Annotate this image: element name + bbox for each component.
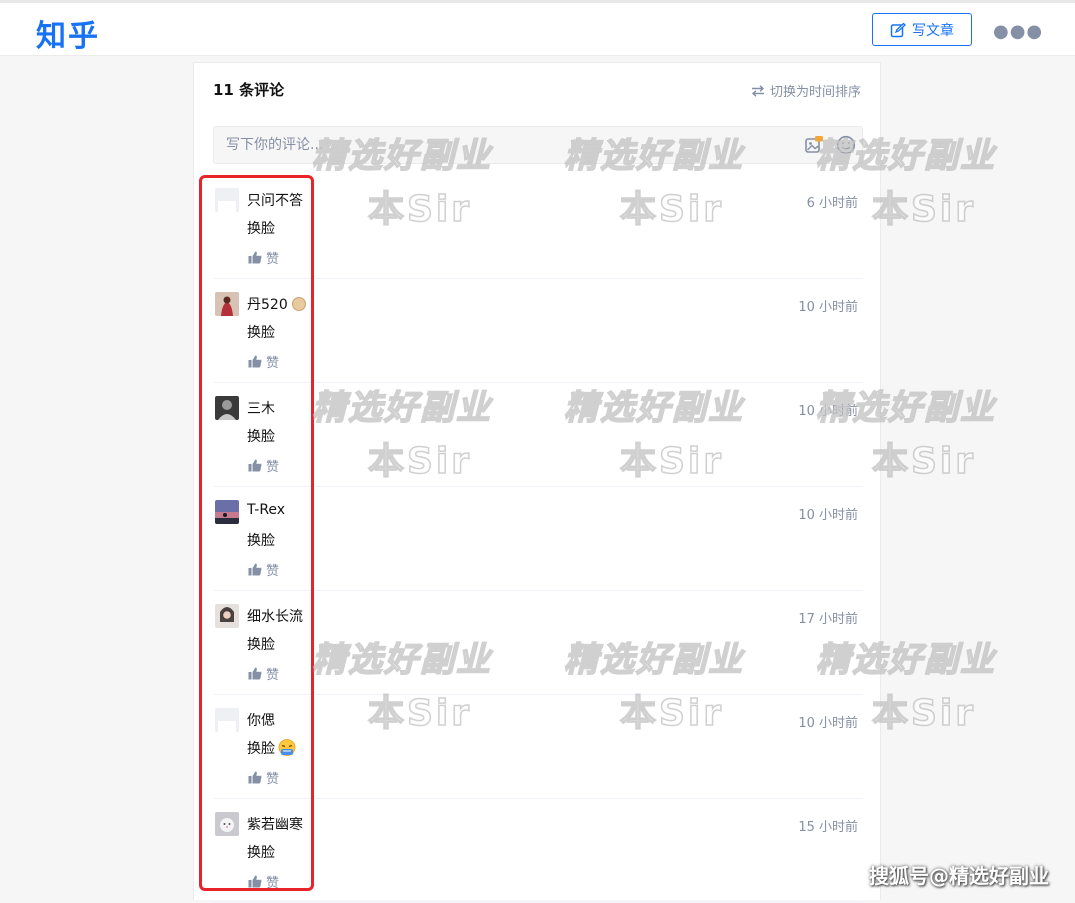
comment-time: 17 小时前: [798, 612, 858, 627]
comment-text: 换脸: [247, 741, 275, 757]
author-name: 丹520: [247, 297, 288, 313]
comment-time: 10 小时前: [798, 404, 858, 419]
comment-count-title: 11 条评论: [213, 81, 285, 99]
author-name: 紫若幽寒: [247, 817, 303, 833]
sohu-watermark: 搜狐号@精选好副业: [869, 864, 1049, 888]
like-button[interactable]: 赞: [248, 352, 279, 371]
like-label: 赞: [266, 460, 280, 475]
sort-toggle-button[interactable]: 切换为时间排序: [751, 81, 861, 100]
more-icon[interactable]: ●●●: [993, 21, 1043, 42]
comment-content: 换脸: [247, 845, 275, 861]
top-bar: 知乎 写文章 ●●●: [0, 0, 1075, 56]
avatar[interactable]: [215, 292, 239, 316]
like-button[interactable]: 赞: [248, 248, 279, 267]
like-label: 赞: [266, 356, 280, 371]
zhihu-logo[interactable]: 知乎: [36, 11, 100, 55]
thumbs-up-icon: [248, 771, 262, 784]
like-label: 赞: [266, 668, 280, 683]
like-button[interactable]: 赞: [248, 768, 279, 787]
like-button[interactable]: 赞: [248, 456, 279, 475]
like-label: 赞: [266, 252, 280, 267]
comment-item: 丹520 10 小时前 换脸 赞: [213, 279, 863, 383]
comment-item: 你偲 10 小时前 换脸 赞: [213, 695, 863, 799]
like-button[interactable]: 赞: [248, 560, 279, 579]
thumbs-up-icon: [248, 875, 262, 888]
comment-content: 换脸: [247, 533, 275, 549]
comment-time: 6 小时前: [806, 196, 858, 211]
edit-icon: [890, 22, 906, 37]
comment-author[interactable]: T-Rex: [247, 502, 285, 518]
like-button[interactable]: 赞: [248, 872, 279, 891]
comment-item: 只问不答 6 小时前 换脸 赞: [213, 175, 863, 279]
thumbs-up-icon: [248, 563, 262, 576]
author-name: T-Rex: [247, 502, 286, 518]
comment-content: 换脸: [247, 637, 275, 653]
write-article-button[interactable]: 写文章: [872, 13, 972, 46]
level-badge-icon: [291, 297, 306, 311]
avatar[interactable]: [215, 708, 239, 732]
comment-content: 换脸: [247, 221, 275, 237]
comment-content: 换脸: [247, 738, 297, 758]
comment-list: 只问不答 6 小时前 换脸 赞 丹520 10 小时前 换脸 赞 三木 10 小…: [213, 175, 863, 903]
image-upload-icon[interactable]: [804, 135, 824, 155]
like-button[interactable]: 赞: [248, 664, 279, 683]
comment-time: 10 小时前: [798, 508, 858, 523]
like-label: 赞: [266, 772, 280, 787]
comments-panel: 11 条评论 切换为时间排序 只问不答 6 小时前: [193, 62, 881, 903]
thumbs-up-icon: [248, 251, 262, 264]
comment-author[interactable]: 三木: [247, 398, 275, 418]
comment-time: 10 小时前: [798, 300, 858, 315]
author-name: 你偲: [247, 713, 275, 729]
comment-input[interactable]: [214, 127, 808, 163]
laughing-emoji-icon: [278, 739, 296, 756]
avatar[interactable]: [215, 500, 239, 524]
watermark-text: 本Sir: [871, 692, 977, 735]
comment-input-box: [213, 126, 863, 164]
avatar[interactable]: [215, 604, 239, 628]
comment-author[interactable]: 紫若幽寒: [247, 814, 303, 834]
comment-content: 换脸: [247, 325, 275, 341]
comment-author[interactable]: 细水长流: [247, 606, 303, 626]
thumbs-up-icon: [248, 355, 262, 368]
author-name: 三木: [247, 401, 275, 417]
author-name: 细水长流: [247, 609, 303, 625]
like-label: 赞: [266, 876, 280, 891]
author-name: 只问不答: [247, 193, 303, 209]
comment-author[interactable]: 你偲: [247, 710, 275, 730]
avatar[interactable]: [215, 812, 239, 836]
comment-item: 三木 10 小时前 换脸 赞: [213, 383, 863, 487]
watermark-text: 本Sir: [871, 440, 977, 483]
emoji-icon[interactable]: [836, 135, 856, 155]
comment-author[interactable]: 只问不答: [247, 190, 303, 210]
comment-content: 换脸: [247, 429, 275, 445]
avatar[interactable]: [215, 188, 239, 212]
thumbs-up-icon: [248, 667, 262, 680]
comment-time: 10 小时前: [798, 716, 858, 731]
thumbs-up-icon: [248, 459, 262, 472]
comment-author[interactable]: 丹520: [247, 294, 306, 314]
watermark-text: 本Sir: [871, 188, 977, 231]
comment-time: 15 小时前: [798, 820, 858, 835]
swap-icon: [751, 84, 765, 97]
avatar[interactable]: [215, 396, 239, 420]
comment-item: 紫若幽寒 15 小时前 换脸 赞: [213, 799, 863, 903]
sort-toggle-label: 切换为时间排序: [769, 85, 861, 100]
comment-item: T-Rex 10 小时前 换脸 赞: [213, 487, 863, 591]
comment-item: 细水长流 17 小时前 换脸 赞: [213, 591, 863, 695]
write-article-label: 写文章: [912, 22, 954, 39]
like-label: 赞: [266, 564, 280, 579]
